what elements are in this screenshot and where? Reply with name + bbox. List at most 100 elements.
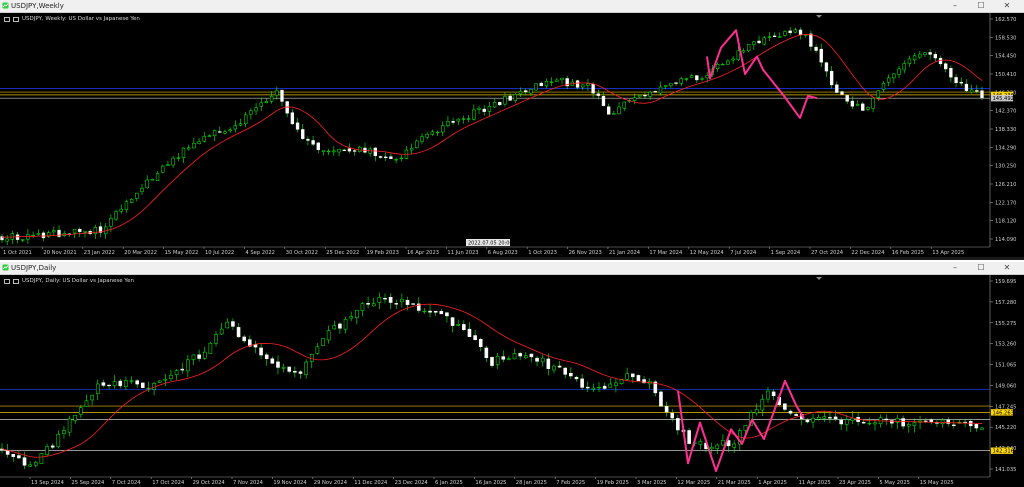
candle-body	[805, 419, 810, 423]
candle-body	[676, 418, 680, 431]
time-tick-label: 21 Jan 2024	[609, 250, 641, 256]
candle-body	[933, 54, 938, 59]
candle-body	[840, 91, 844, 95]
time-tick-label: 6 Aug 2023	[488, 250, 518, 256]
candle-body	[456, 118, 460, 122]
candle-body	[867, 422, 872, 425]
maximize-button[interactable]: ☐	[968, 0, 994, 12]
candle-body	[964, 83, 969, 91]
candle-body	[383, 298, 387, 300]
candle-body	[732, 443, 736, 448]
candle-body	[597, 386, 601, 389]
candle-body	[373, 147, 378, 156]
candle-body	[259, 347, 263, 356]
candle-body	[233, 125, 238, 130]
candle-body	[700, 78, 704, 80]
trade-panel-icon[interactable]	[13, 16, 19, 22]
candle-body	[181, 147, 186, 158]
one-click-icon[interactable]	[4, 278, 10, 284]
candle-body	[163, 378, 168, 381]
candle-body	[67, 418, 72, 433]
time-tick-label: 28 Jan 2025	[516, 480, 547, 486]
candle-body	[295, 122, 300, 130]
daily-chart-window[interactable]: USDJPY,Daily – ☐ ✕ 159.695 157.280 155.275…	[0, 262, 1024, 487]
candle-body	[433, 310, 438, 313]
candle-body	[625, 373, 629, 380]
candle-body	[309, 353, 314, 362]
candle-body	[34, 462, 38, 466]
time-tick-label: 11 Jun 2023	[447, 250, 478, 256]
close-button[interactable]: ✕	[994, 262, 1020, 274]
candle-body	[275, 90, 279, 96]
candle-body	[400, 298, 404, 303]
candle-body	[824, 62, 829, 72]
candle-body	[112, 381, 117, 386]
candle-body	[332, 325, 337, 330]
minimize-button[interactable]: –	[942, 0, 968, 12]
price-tick-label: 149.060	[995, 383, 1016, 389]
candle-body	[498, 102, 502, 106]
candle-body	[575, 80, 580, 88]
candle-body	[5, 238, 9, 242]
candle-body	[487, 106, 492, 112]
candle-body	[466, 118, 471, 120]
weekly-chart-area[interactable]: 162.570158.530154.450150.410146.330142.3…	[0, 13, 1024, 257]
candle-body	[45, 446, 49, 455]
candle-body	[833, 416, 838, 419]
candle-body	[155, 173, 160, 181]
candle-body	[422, 310, 427, 313]
candle-body	[754, 409, 759, 414]
price-tick-label: 141.035	[995, 467, 1016, 473]
candle-body	[478, 339, 483, 348]
time-tick-label: 23 Apr 2025	[839, 480, 871, 486]
daily-price-chart[interactable]: 159.695 157.280 155.275 153.260 151.065 149.0…	[0, 275, 1024, 487]
candle-body	[581, 84, 585, 88]
crosshair-date-label: 2022.07.05 20:00	[468, 240, 513, 246]
candle-body	[462, 324, 466, 330]
candle-body	[332, 150, 336, 153]
price-tick-label: 145.220	[995, 425, 1016, 431]
trade-panel-icon[interactable]	[13, 278, 19, 284]
candle-body	[861, 103, 865, 111]
candle-body	[343, 319, 348, 330]
daily-title-bar[interactable]: USDJPY,Daily – ☐ ✕	[0, 262, 1024, 275]
weekly-title-bar[interactable]: USDJPY,Weekly – ☐ ✕	[0, 0, 1024, 13]
candle-body	[129, 380, 134, 382]
one-click-icon[interactable]	[4, 16, 10, 22]
weekly-price-chart[interactable]: 162.570158.530154.450150.410146.330142.3…	[0, 13, 1024, 257]
candle-body	[238, 123, 243, 126]
candle-body	[78, 229, 82, 232]
candle-body	[816, 417, 821, 420]
candle-body	[231, 321, 235, 327]
window-separator	[0, 257, 1024, 260]
close-button[interactable]: ✕	[994, 0, 1020, 12]
candle-body	[762, 37, 766, 45]
candle-body	[218, 131, 222, 133]
candle-body	[197, 141, 201, 144]
maximize-button[interactable]: ☐	[968, 262, 994, 274]
candle-body	[316, 142, 320, 151]
scroll-marker-icon	[816, 277, 822, 280]
candle-body	[228, 129, 232, 132]
price-tick-label: 114.090	[995, 237, 1016, 243]
candle-body	[347, 148, 352, 152]
candle-body	[788, 410, 793, 414]
candle-body	[612, 113, 616, 115]
candle-body	[304, 361, 308, 375]
time-tick-label: 19 Nov 2024	[273, 480, 307, 486]
candle-body	[670, 412, 675, 419]
candle-body	[492, 102, 497, 108]
candle-body	[482, 108, 486, 112]
candle-body	[157, 380, 162, 383]
candle-body	[757, 40, 761, 44]
candle-body	[591, 84, 595, 94]
daily-chart-area[interactable]: 159.695 157.280 155.275 153.260 151.065 149.0…	[0, 275, 1024, 487]
weekly-chart-window[interactable]: USDJPY,Weekly – ☐ ✕ 162.570 158.530 154.45…	[0, 0, 1024, 257]
candle-body	[822, 416, 827, 419]
candle-body	[760, 399, 765, 411]
candle-body	[409, 148, 414, 151]
minimize-button[interactable]: –	[942, 262, 968, 274]
candle-body	[674, 82, 678, 84]
candle-body	[101, 382, 106, 386]
candle-body	[21, 239, 25, 241]
